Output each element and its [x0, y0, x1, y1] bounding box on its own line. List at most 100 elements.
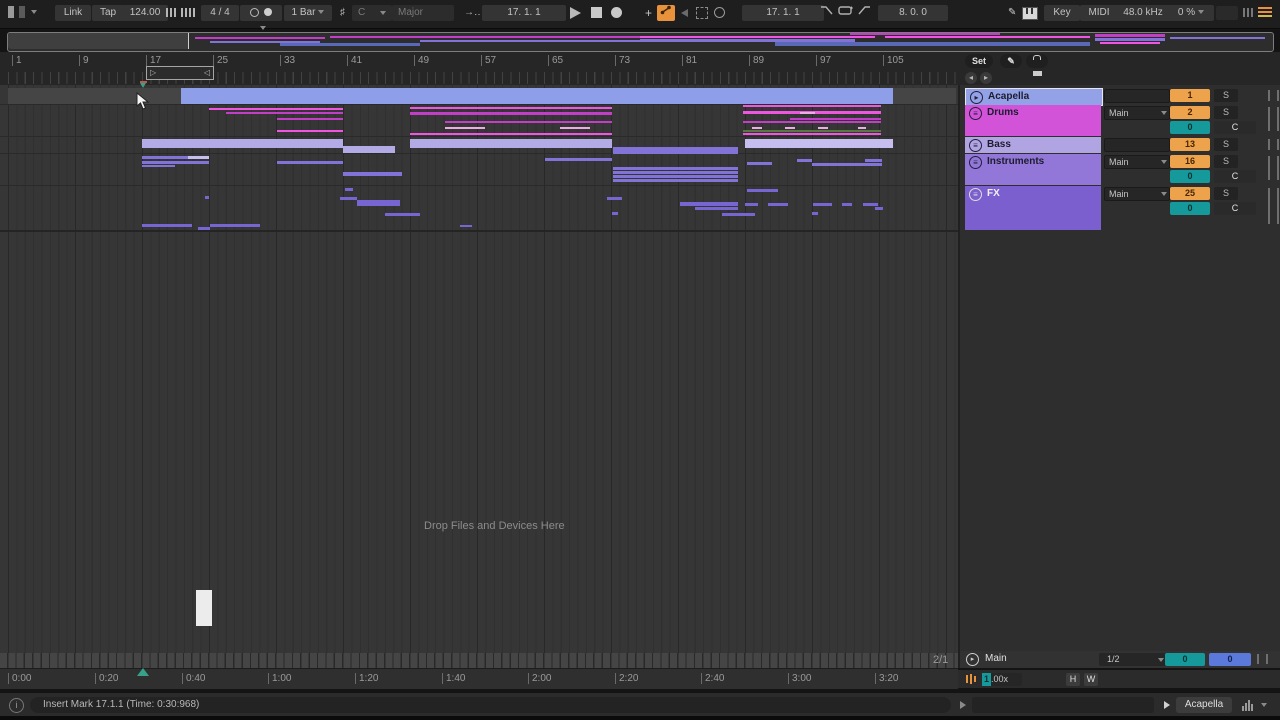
track-number[interactable]: 13 — [1170, 138, 1210, 151]
track-number[interactable]: 25 — [1170, 187, 1210, 200]
arrangement-clip[interactable] — [695, 207, 738, 210]
arrangement-clip[interactable] — [410, 139, 612, 148]
arrangement-clip[interactable] — [613, 171, 738, 174]
main-play-icon[interactable]: ▸ — [966, 653, 979, 666]
session-record-selection-icon[interactable] — [696, 7, 708, 19]
overview-viewbox[interactable] — [8, 33, 189, 49]
arrangement-clip[interactable] — [445, 121, 612, 123]
arrangement-clip[interactable] — [863, 203, 878, 206]
track-name-band[interactable]: ≡FX — [965, 186, 1101, 230]
resize-handle[interactable] — [1268, 107, 1279, 131]
overview-streak[interactable] — [330, 36, 640, 38]
crossfade-button[interactable]: C — [1214, 202, 1256, 215]
track-header-drums[interactable]: ≡Drums Main 2 S 0 C — [965, 105, 1277, 136]
punch-in-icon[interactable] — [818, 5, 835, 21]
output-routing-menu[interactable]: Main — [1104, 106, 1170, 120]
nudge-up-icon[interactable] — [181, 5, 197, 21]
arrangement-clip[interactable] — [560, 127, 590, 129]
arrangement-clip[interactable] — [410, 107, 612, 109]
tap-tempo-button[interactable]: Tap — [92, 5, 124, 21]
overview-streak[interactable] — [1095, 38, 1165, 41]
arrangement-clip[interactable] — [813, 203, 832, 206]
arrangement-clip[interactable] — [722, 213, 755, 216]
overview-streak[interactable] — [420, 40, 660, 42]
main-pan-value[interactable]: 0 — [1209, 653, 1251, 666]
resize-handle[interactable] — [1268, 139, 1279, 150]
track-io-field[interactable] — [1104, 138, 1170, 152]
stop-button[interactable] — [591, 7, 602, 18]
overview-streak[interactable] — [850, 33, 1000, 35]
arrangement-clip[interactable] — [210, 224, 260, 227]
group-icon[interactable]: ≡ — [969, 139, 982, 152]
next-locator-button[interactable]: ▸ — [980, 72, 992, 84]
arrangement-clip[interactable] — [612, 212, 618, 215]
arrangement-clip[interactable] — [188, 156, 209, 159]
record-button[interactable] — [611, 7, 622, 18]
arrangement-clip[interactable] — [142, 224, 192, 227]
send-value[interactable]: 0 — [1170, 170, 1210, 183]
arrangement-clip[interactable] — [209, 108, 343, 110]
send-value[interactable]: 0 — [1170, 202, 1210, 215]
arrangement-clip[interactable] — [460, 225, 472, 227]
arrangement-clip[interactable] — [743, 133, 881, 135]
arrangement-clip[interactable] — [345, 188, 353, 191]
solo-button[interactable]: S — [1214, 187, 1238, 200]
group-icon[interactable]: ≡ — [969, 188, 982, 201]
arrangement-clip[interactable] — [812, 212, 818, 215]
automation-mode-button[interactable] — [657, 5, 675, 21]
play-button[interactable] — [570, 7, 581, 19]
key-map-button[interactable]: Key — [1044, 5, 1080, 21]
cpu-meter-value[interactable]: 0 % — [1168, 5, 1214, 21]
arrangement-clip[interactable] — [790, 118, 881, 120]
arrangement-clip[interactable] — [277, 130, 343, 132]
overview-streak[interactable] — [1100, 42, 1160, 44]
arrangement-clip[interactable] — [445, 127, 485, 129]
key-scale-menu[interactable]: Major — [392, 5, 454, 21]
output-routing-menu[interactable]: Main — [1104, 155, 1170, 169]
arrangement-clip[interactable] — [785, 127, 795, 129]
overview-streak[interactable] — [885, 36, 1090, 38]
punch-out-icon[interactable] — [856, 5, 873, 21]
arrangement-clip[interactable] — [743, 121, 881, 123]
arrangement-clip[interactable] — [142, 139, 343, 148]
track-header-acapella[interactable]: ▸Acapella 1 S — [965, 88, 1277, 104]
arrangement-clip[interactable] — [277, 118, 343, 120]
arrangement-clip[interactable] — [613, 147, 738, 154]
metronome-button[interactable] — [240, 5, 282, 21]
track-io-field[interactable] — [1104, 89, 1170, 103]
zoom-width-button[interactable]: W — [1084, 673, 1098, 686]
arrangement-clip[interactable] — [842, 203, 852, 206]
loop-switch-icon[interactable] — [836, 5, 855, 21]
main-track-label[interactable]: Main — [985, 653, 1007, 664]
midi-map-button[interactable]: MIDI — [1080, 5, 1118, 21]
beat-time-ruler[interactable]: 191725334149576573818997105 ▷ ◁ Set ✎ ◂ … — [0, 52, 1280, 85]
quantize-menu[interactable]: 1 Bar — [284, 5, 332, 21]
arrangement-clip[interactable] — [858, 127, 866, 129]
overview-streak[interactable] — [1095, 34, 1165, 37]
lock-envelopes-icon[interactable] — [1026, 54, 1048, 68]
arrangement-clip[interactable] — [747, 162, 772, 165]
group-icon[interactable]: ≡ — [969, 156, 982, 169]
resize-handle[interactable] — [1268, 188, 1279, 224]
loop-length-field[interactable]: 8. 0. 0 — [878, 5, 948, 21]
selected-clip-name[interactable]: Acapella — [1176, 697, 1232, 713]
grid-size-menu[interactable]: 1/2 — [1099, 653, 1167, 666]
arrangement-clip[interactable] — [768, 203, 788, 206]
arrangement-clip[interactable] — [277, 161, 343, 164]
arrangement-clip[interactable] — [142, 165, 175, 167]
arrangement-clip[interactable] — [743, 105, 881, 107]
crossfade-button[interactable]: C — [1214, 170, 1256, 183]
arrangement-clip[interactable] — [743, 130, 881, 132]
arrangement-clip[interactable] — [607, 197, 622, 200]
arrangement-clip[interactable] — [410, 112, 612, 115]
main-send-value[interactable]: 0 — [1165, 653, 1205, 666]
track-number[interactable]: 1 — [1170, 89, 1210, 102]
arrangement-clip[interactable] — [545, 158, 612, 161]
set-locator-button[interactable]: Set — [965, 54, 993, 68]
arrangement-clip[interactable] — [800, 112, 815, 114]
arrangement-position-field[interactable]: 17. 1. 1 — [482, 5, 566, 21]
arrangement-clip[interactable] — [745, 203, 758, 206]
arrangement-clip[interactable] — [205, 196, 209, 199]
loop-end-handle[interactable]: ◁ — [204, 67, 210, 78]
playback-speed-field[interactable]: 1.00x — [982, 673, 1022, 686]
